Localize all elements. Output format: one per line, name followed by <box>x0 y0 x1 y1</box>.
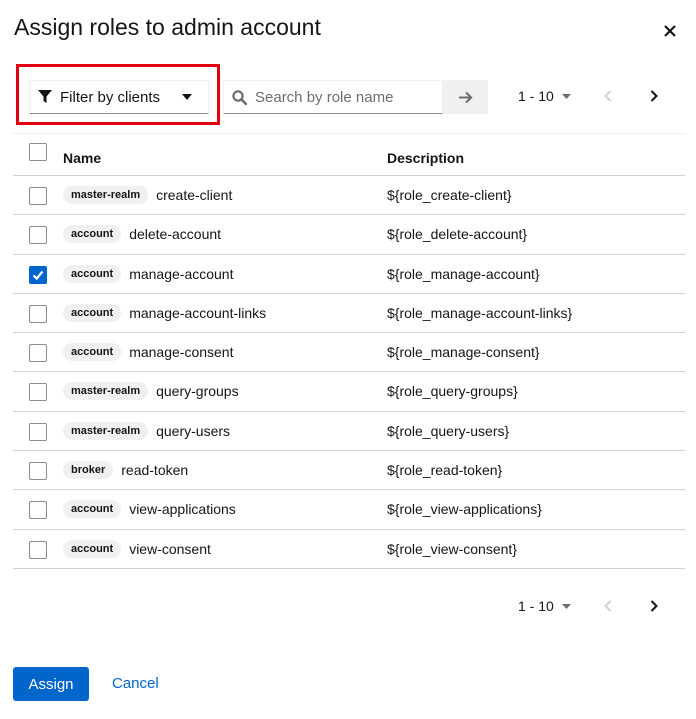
client-badge: master-realm <box>63 382 149 401</box>
pagination-range-toggle[interactable]: 1 - 10 <box>518 598 571 614</box>
row-checkbox[interactable] <box>29 462 47 481</box>
role-name: read-token <box>121 462 189 479</box>
assign-button[interactable]: Assign <box>13 667 89 701</box>
column-header-description: Description <box>387 150 465 166</box>
filter-by-clients-dropdown[interactable]: Filter by clients <box>29 80 209 114</box>
pagination-range-label: 1 - 10 <box>518 88 554 104</box>
role-description: ${role_manage-account-links} <box>387 304 573 321</box>
role-description: ${role_read-token} <box>387 462 503 479</box>
role-name-cell: account manage-account <box>63 264 233 284</box>
row-checkbox[interactable] <box>29 265 47 284</box>
table-row: account view-applications ${role_view-appl… <box>13 490 685 530</box>
pagination-range-toggle[interactable]: 1 - 10 <box>518 88 571 104</box>
caret-down-icon <box>561 603 571 609</box>
role-name-cell: account view-consent <box>63 539 211 559</box>
table-row: master-realm create-client ${role_create-c… <box>13 176 685 216</box>
role-name: query-groups <box>156 383 239 400</box>
search-field[interactable] <box>223 80 443 114</box>
client-badge: master-realm <box>63 186 149 204</box>
column-header-name: Name <box>63 150 102 166</box>
role-name: create-client <box>156 187 233 203</box>
client-badge: account <box>63 343 122 362</box>
role-name: view-applications <box>129 501 236 518</box>
close-icon <box>664 25 676 37</box>
caret-down-icon <box>561 93 571 99</box>
row-checkbox[interactable] <box>29 383 47 402</box>
role-name-cell: master-realm query-users <box>63 421 230 441</box>
row-checkbox[interactable] <box>29 226 47 245</box>
client-badge: account <box>63 500 122 519</box>
toolbar-divider <box>13 133 685 134</box>
role-name: view-consent <box>129 540 211 557</box>
cancel-button[interactable]: Cancel <box>112 675 159 692</box>
role-name-cell: master-realm query-groups <box>63 381 239 401</box>
role-description: ${role_manage-account} <box>387 265 540 282</box>
role-description: ${role_create-client} <box>387 187 512 203</box>
checkmark-icon <box>32 270 44 280</box>
filter-label: Filter by clients <box>60 88 161 106</box>
search-input[interactable] <box>255 88 435 106</box>
row-checkbox[interactable] <box>29 304 47 323</box>
role-description: ${role_manage-consent} <box>387 344 540 361</box>
chevron-right-icon[interactable] <box>650 600 658 612</box>
role-name: manage-consent <box>129 344 234 361</box>
table-row: master-realm query-users ${role_query-user… <box>13 412 685 452</box>
row-checkbox[interactable] <box>29 344 47 363</box>
chevron-left-icon[interactable] <box>604 90 612 102</box>
role-name-cell: account delete-account <box>63 224 221 244</box>
arrow-right-icon <box>458 91 473 103</box>
role-name: manage-account-links <box>129 304 267 321</box>
role-name-cell: account manage-consent <box>63 342 233 362</box>
select-all-checkbox[interactable] <box>29 143 47 161</box>
role-name: manage-account <box>129 265 234 282</box>
role-name-cell: broker read-token <box>63 460 188 480</box>
row-checkbox[interactable] <box>29 422 47 441</box>
client-badge: master-realm <box>63 421 149 440</box>
role-name-cell: master-realm create-client <box>63 185 232 205</box>
table-row: account manage-consent ${role_manage-conse… <box>13 333 685 373</box>
row-checkbox[interactable] <box>29 501 47 520</box>
role-description: ${role_query-groups} <box>387 383 518 400</box>
pagination-range-label: 1 - 10 <box>518 598 554 614</box>
role-name-cell: account view-applications <box>63 499 236 519</box>
role-name-cell: account manage-account-links <box>63 303 266 323</box>
table-row: master-realm query-groups ${role_query-gro… <box>13 372 685 412</box>
pagination-top: 1 - 10 <box>518 88 658 104</box>
role-name: delete-account <box>129 226 222 243</box>
search-submit-button[interactable] <box>443 80 488 114</box>
role-description: ${role_delete-account} <box>387 226 528 243</box>
role-description: ${role_view-consent} <box>387 540 517 557</box>
row-checkbox[interactable] <box>29 187 47 205</box>
table-header: Name Description <box>13 137 685 176</box>
pagination-bottom: 1 - 10 <box>518 598 658 614</box>
table-row: account manage-account ${role_manage-accou… <box>13 255 685 294</box>
caret-down-icon <box>182 94 192 100</box>
filter-icon <box>38 90 52 103</box>
client-badge: account <box>63 264 122 283</box>
client-badge: account <box>63 225 122 244</box>
table-row: account view-consent ${role_view-consent} <box>13 530 685 569</box>
table-row: broker read-token ${role_read-token} <box>13 451 685 491</box>
role-description: ${role_view-applications} <box>387 501 542 518</box>
role-name: query-users <box>156 422 231 439</box>
modal-title: Assign roles to admin account <box>14 14 321 40</box>
search-icon <box>232 89 247 105</box>
table-row: account delete-account ${role_delete-accou… <box>13 215 685 255</box>
client-badge: account <box>63 539 122 558</box>
close-button[interactable] <box>659 20 681 42</box>
chevron-right-icon[interactable] <box>650 90 658 102</box>
row-checkbox[interactable] <box>29 540 47 559</box>
roles-table: Name Description master-realm create-clie… <box>13 137 685 569</box>
client-badge: broker <box>63 461 114 480</box>
chevron-left-icon[interactable] <box>604 600 612 612</box>
table-row: account manage-account-links ${role_manage… <box>13 294 685 334</box>
role-description: ${role_query-users} <box>387 422 510 439</box>
client-badge: account <box>63 303 122 322</box>
